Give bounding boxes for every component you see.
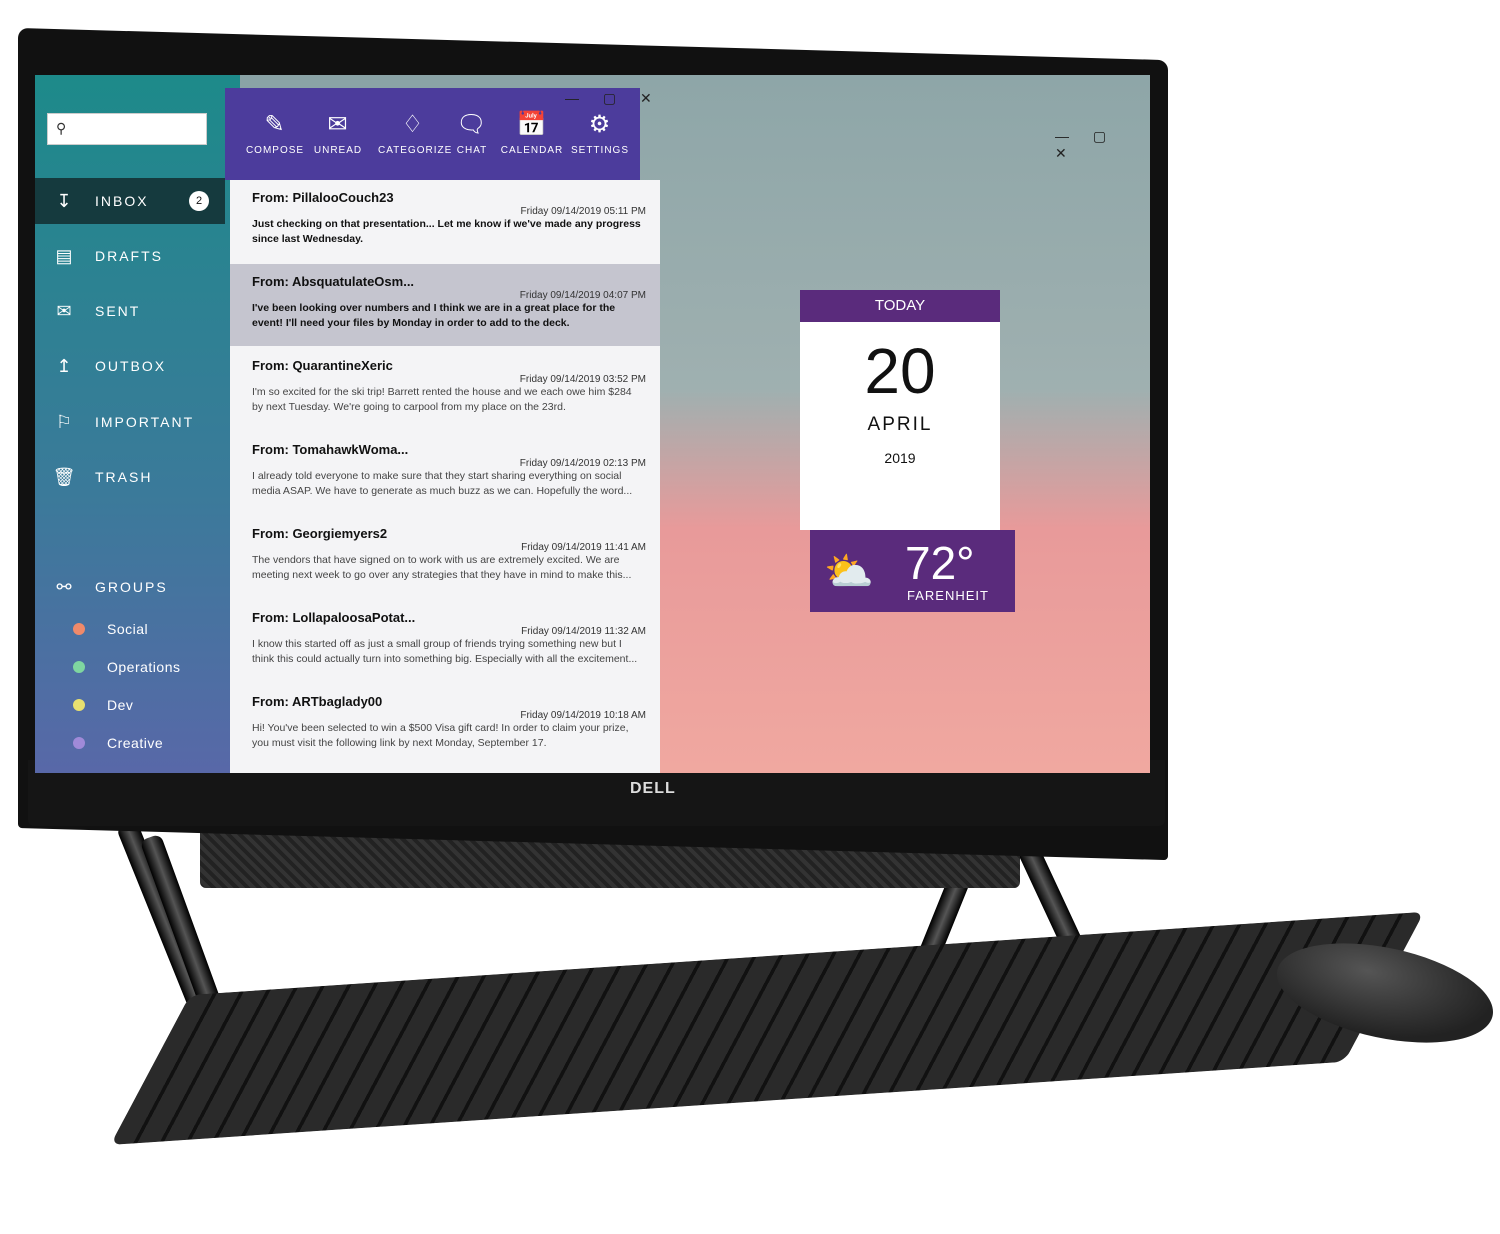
email-sender: From: TomahawkWoma... bbox=[252, 442, 409, 457]
temperature-unit: FARENHEIT bbox=[907, 588, 989, 603]
today-header: TODAY bbox=[800, 290, 1000, 322]
settings-button[interactable]: ⚙ SETTINGS bbox=[565, 110, 635, 156]
search-input[interactable]: ⚲ bbox=[47, 113, 207, 145]
email-date: Friday 09/14/2019 02:13 PM bbox=[519, 458, 646, 469]
sidebar-item-label: OUTBOX bbox=[95, 358, 167, 374]
email-preview: I already told everyone to make sure tha… bbox=[252, 470, 633, 497]
groups-label: GROUPS bbox=[95, 579, 168, 595]
email-sender: From: ARTbaglady00 bbox=[252, 694, 383, 709]
sidebar-item-outbox[interactable]: ↥ OUTBOX bbox=[35, 343, 225, 389]
sidebar-item-inbox[interactable]: ↧ INBOX 2 bbox=[35, 178, 225, 224]
email-preview: Just checking on that presentation... Le… bbox=[252, 218, 641, 245]
dell-logo: DELL bbox=[630, 780, 676, 797]
email-preview: Hi! You've been selected to win a $500 V… bbox=[252, 722, 629, 749]
mail-window-controls[interactable]: — ▢ ✕ bbox=[565, 90, 662, 107]
sidebar-item-sent[interactable]: ✉ SENT bbox=[35, 288, 225, 334]
email-list-item[interactable]: From: QuarantineXeric Friday 09/14/2019 0… bbox=[230, 348, 660, 430]
group-dev[interactable]: Dev bbox=[35, 690, 133, 720]
group-color-dot bbox=[73, 661, 85, 673]
weather-widget: ⛅ 72° FARENHEIT bbox=[810, 530, 1015, 612]
email-list-item[interactable]: From: AbsquatulateOsm... Friday 09/14/201… bbox=[230, 264, 660, 346]
drafts-icon: ▤ bbox=[55, 245, 75, 266]
group-label: Dev bbox=[107, 697, 134, 713]
sidebar-groups-header[interactable]: ⚯ GROUPS bbox=[35, 564, 225, 610]
keyboard bbox=[110, 911, 1425, 1145]
screen: — ▢ ✕ ⚲ ↧ INBOX 2 ▤ DRAFTS ✉ SENT ↥ OUTBOX ⚐ I… bbox=[35, 75, 1150, 773]
email-date: Friday 09/14/2019 03:52 PM bbox=[519, 374, 646, 385]
button-label: SETTINGS bbox=[570, 145, 629, 156]
email-sender: From: Georgiemyers2 bbox=[252, 526, 388, 541]
trash-icon: 🗑 bbox=[52, 466, 78, 487]
sidebar-item-important[interactable]: ⚐ IMPORTANT bbox=[35, 399, 225, 445]
email-sender: From: LollapaloosaPotat... bbox=[252, 610, 416, 625]
groups-icon: ⚯ bbox=[56, 576, 74, 597]
email-preview: I've been looking over numbers and I thi… bbox=[252, 302, 616, 329]
group-color-dot bbox=[73, 623, 85, 635]
month: APRIL bbox=[867, 414, 933, 435]
sidebar-item-label: TRASH bbox=[95, 469, 153, 485]
email-date: Friday 09/14/2019 10:18 AM bbox=[520, 710, 646, 721]
sidebar-item-trash[interactable]: 🗑 TRASH bbox=[35, 454, 225, 500]
email-date: Friday 09/14/2019 05:11 PM bbox=[520, 206, 646, 217]
sidebar-item-label: DRAFTS bbox=[95, 248, 163, 264]
search-icon: ⚲ bbox=[56, 120, 67, 136]
email-list-item[interactable]: From: LollapaloosaPotat... Friday 09/14/2… bbox=[230, 600, 660, 682]
wallpaper-window-controls[interactable]: — ▢ ✕ bbox=[1055, 128, 1150, 162]
group-color-dot bbox=[73, 737, 85, 749]
unread-button[interactable]: ✉ UNREAD bbox=[303, 110, 373, 156]
group-color-dot bbox=[73, 699, 85, 711]
mail-sidebar: ⚲ ↧ INBOX 2 ▤ DRAFTS ✉ SENT ↥ OUTBOX ⚐ IMPORTA… bbox=[35, 75, 240, 773]
sidebar-item-label: INBOX bbox=[95, 193, 149, 209]
group-label: Social bbox=[107, 621, 149, 637]
year: 2019 bbox=[884, 450, 916, 466]
email-preview: I know this started off as just a small … bbox=[252, 638, 638, 665]
group-creative[interactable]: Creative bbox=[35, 728, 163, 758]
email-sender: From: QuarantineXeric bbox=[252, 358, 393, 373]
inbox-icon: ↧ bbox=[56, 190, 74, 211]
calendar-button[interactable]: 📅 CALENDAR bbox=[497, 110, 567, 156]
outbox-icon: ↥ bbox=[56, 355, 74, 376]
button-label: COMPOSE bbox=[245, 145, 305, 156]
email-list-item[interactable]: From: PillalooCouch23 Friday 09/14/2019 0… bbox=[230, 180, 660, 262]
email-list-item[interactable]: From: TomahawkWoma... Friday 09/14/2019 0… bbox=[230, 432, 660, 514]
group-operations[interactable]: Operations bbox=[35, 652, 180, 682]
email-date: Friday 09/14/2019 11:32 AM bbox=[521, 626, 646, 637]
date-widget: TODAY 20 APRIL 2019 bbox=[800, 290, 1000, 530]
calendar-icon: 📅 bbox=[516, 111, 548, 138]
group-label: Creative bbox=[107, 735, 164, 751]
email-list-item[interactable]: From: ARTbaglady00 Friday 09/14/2019 10:1… bbox=[230, 684, 660, 766]
envelope-icon: ✉ bbox=[327, 111, 349, 138]
email-sender: From: AbsquatulateOsm... bbox=[252, 274, 415, 289]
sent-icon: ✉ bbox=[56, 300, 74, 321]
sidebar-item-label: SENT bbox=[95, 303, 141, 319]
email-date: Friday 09/14/2019 04:07 PM bbox=[519, 290, 646, 301]
group-label: Operations bbox=[107, 659, 181, 675]
partly-cloudy-icon: ⛅ bbox=[824, 550, 874, 594]
pencil-icon: ✎ bbox=[264, 111, 286, 138]
button-label: UNREAD bbox=[313, 145, 363, 156]
gear-icon: ⚙ bbox=[588, 111, 612, 138]
email-date: Friday 09/14/2019 11:41 AM bbox=[521, 542, 646, 553]
email-sender: From: PillalooCouch23 bbox=[252, 190, 394, 205]
day-number: 20 bbox=[864, 335, 936, 407]
button-label: CALENDAR bbox=[500, 145, 564, 156]
sidebar-item-drafts[interactable]: ▤ DRAFTS bbox=[35, 233, 225, 279]
email-list: From: PillalooCouch23 Friday 09/14/2019 0… bbox=[230, 180, 660, 773]
unread-badge: 2 bbox=[189, 191, 209, 211]
temperature: 72° bbox=[905, 537, 975, 589]
email-preview: The vendors that have signed on to work … bbox=[252, 554, 632, 581]
sidebar-item-label: IMPORTANT bbox=[95, 414, 195, 430]
email-list-item[interactable]: From: Georgiemyers2 Friday 09/14/2019 11:… bbox=[230, 516, 660, 598]
flag-icon: ⚐ bbox=[55, 411, 75, 432]
compose-button[interactable]: ✎ COMPOSE bbox=[240, 110, 310, 156]
group-social[interactable]: Social bbox=[35, 614, 148, 644]
button-label: CHAT bbox=[456, 145, 488, 156]
email-preview: I'm so excited for the ski trip! Barrett… bbox=[252, 386, 632, 413]
